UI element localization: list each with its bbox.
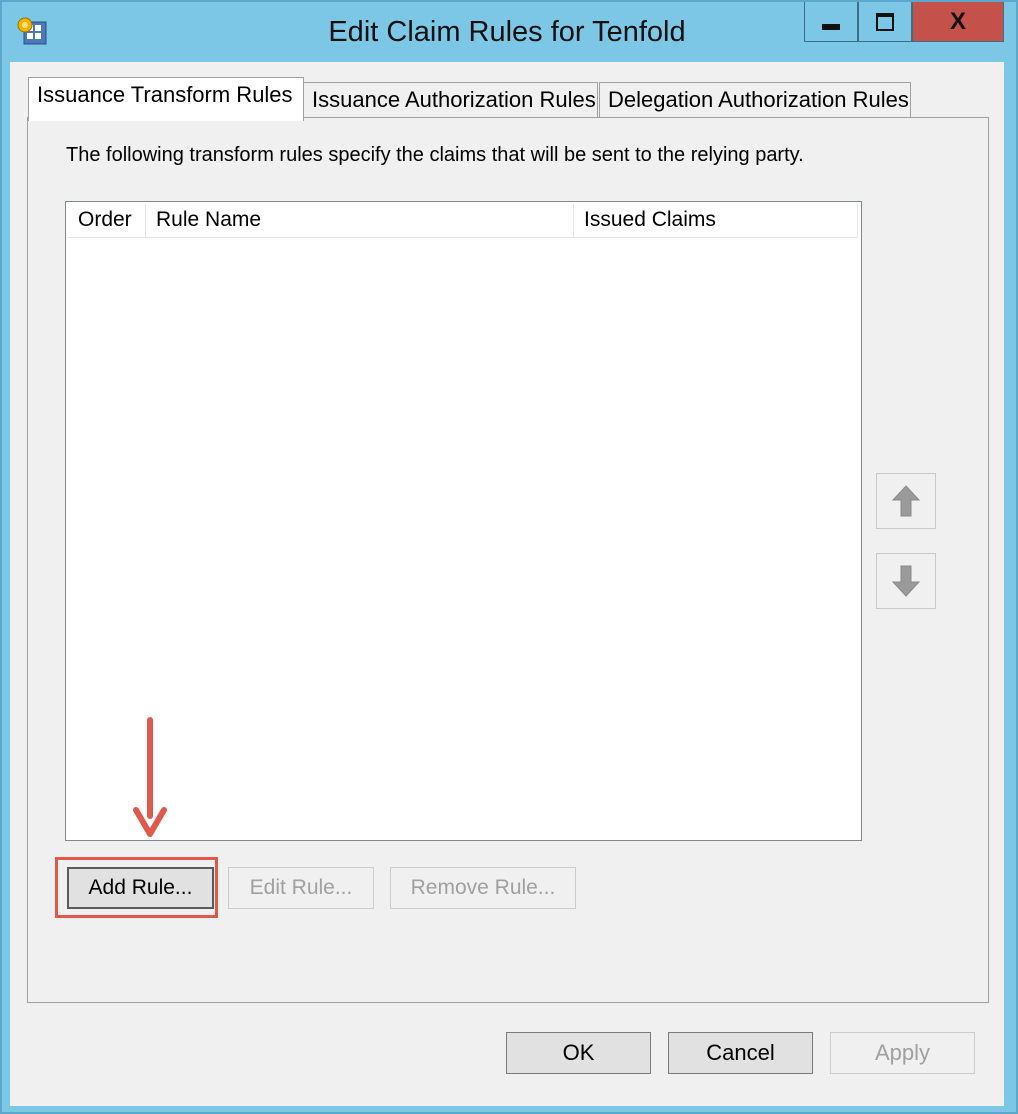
- maximize-icon: [876, 12, 894, 31]
- close-button[interactable]: X: [912, 2, 1004, 42]
- minimize-button[interactable]: [804, 2, 858, 42]
- annotation-highlight-box: [55, 857, 218, 918]
- tab-delegation-authorization-rules[interactable]: Delegation Authorization Rules: [599, 82, 911, 118]
- close-icon: X: [949, 7, 966, 35]
- tab-label: Delegation Authorization Rules: [608, 87, 909, 112]
- maximize-button[interactable]: [858, 2, 912, 42]
- edit-rule-button[interactable]: Edit Rule...: [228, 867, 374, 909]
- dialog-client-area: Issuance Transform Rules Issuance Author…: [10, 62, 1004, 1106]
- column-header-issued-claims[interactable]: Issued Claims: [574, 204, 858, 238]
- rules-list[interactable]: Order Rule Name Issued Claims: [65, 201, 862, 841]
- dialog-window: Edit Claim Rules for Tenfold X Issuance …: [0, 0, 1018, 1114]
- tab-issuance-authorization-rules[interactable]: Issuance Authorization Rules: [303, 82, 598, 118]
- column-header-order[interactable]: Order: [68, 204, 146, 238]
- apply-button[interactable]: Apply: [830, 1032, 975, 1074]
- move-down-button[interactable]: [876, 553, 936, 609]
- panel-description: The following transform rules specify th…: [66, 144, 804, 166]
- tab-label: Issuance Transform Rules: [37, 82, 293, 107]
- arrow-up-icon: [891, 485, 921, 517]
- column-header-rule-name[interactable]: Rule Name: [146, 204, 574, 238]
- remove-rule-button[interactable]: Remove Rule...: [390, 867, 576, 909]
- cancel-button[interactable]: Cancel: [668, 1032, 813, 1074]
- arrow-down-icon: [891, 565, 921, 597]
- minimize-icon: [822, 23, 840, 30]
- title-bar[interactable]: Edit Claim Rules for Tenfold X: [2, 2, 1016, 64]
- move-up-button[interactable]: [876, 473, 936, 529]
- ok-button[interactable]: OK: [506, 1032, 651, 1074]
- tab-label: Issuance Authorization Rules: [312, 87, 596, 112]
- tab-issuance-transform-rules[interactable]: Issuance Transform Rules: [28, 77, 304, 121]
- annotation-arrow-icon: [133, 717, 167, 837]
